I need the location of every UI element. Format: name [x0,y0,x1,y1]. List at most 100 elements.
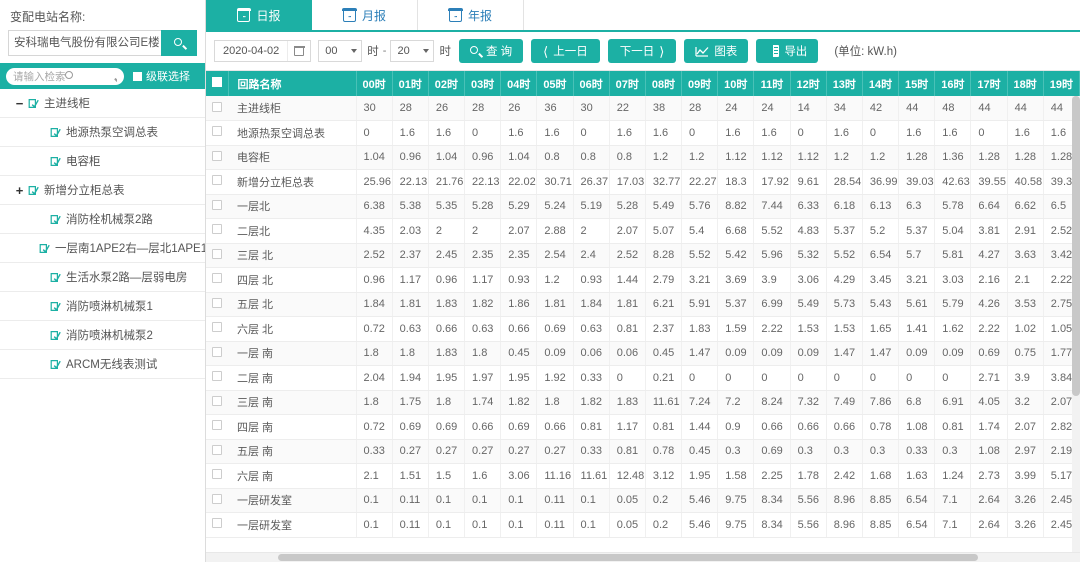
row-checkbox[interactable] [206,415,228,440]
tree-item[interactable]: ARCM无线表测试 [0,350,205,379]
expand-icon[interactable]: + [14,184,25,197]
date-picker[interactable]: 2020-04-02 [214,40,311,62]
tree-search-input[interactable]: 请输入检索内容 [6,68,124,85]
row-checkbox[interactable] [206,96,228,121]
cell-circuit-name: 一层研发室 [228,513,356,538]
cell-value: 1.6 [1007,121,1043,146]
calendar-icon[interactable] [287,41,310,61]
cell-value: 1.95 [682,464,718,489]
table-row[interactable]: 一层研发室0.10.110.10.10.10.110.10.050.25.469… [206,513,1080,538]
row-checkbox[interactable] [206,145,228,170]
table-row[interactable]: 一层研发室0.10.110.10.10.10.110.10.050.25.469… [206,488,1080,513]
table-row[interactable]: 五层 北1.841.811.831.821.861.811.841.816.21… [206,292,1080,317]
table-row[interactable]: 四层 南0.720.690.690.660.690.660.811.170.81… [206,415,1080,440]
cell-value: 3.9 [1007,366,1043,391]
table-row[interactable]: 三层 北2.522.372.452.352.352.542.42.528.285… [206,243,1080,268]
cell-circuit-name: 一层北 [228,194,356,219]
tree-item[interactable]: 消防喷淋机械泵2 [0,321,205,350]
prev-day-label: 上一日 [553,43,588,59]
cell-value: 1.08 [971,439,1007,464]
cell-value: 6.54 [899,513,935,538]
cell-value: 5.24 [537,194,573,219]
cell-value: 1.95 [501,366,537,391]
row-checkbox[interactable] [206,488,228,513]
query-button[interactable]: 查 询 [459,39,523,63]
table-row[interactable]: 三层 南1.81.751.81.741.821.81.821.8311.617.… [206,390,1080,415]
row-checkbox[interactable] [206,194,228,219]
chevron-down-icon [423,49,429,53]
row-checkbox[interactable] [206,317,228,342]
station-input[interactable]: 安科瑞电气股份有限公司E楼 [8,30,161,56]
row-checkbox[interactable] [206,439,228,464]
tree-item[interactable]: 地源热泵空调总表 [0,118,205,147]
checkbox-icon [212,494,222,504]
tree-item[interactable]: +新增分立柜总表 [0,176,205,205]
vertical-scrollbar[interactable] [1072,96,1080,554]
row-checkbox[interactable] [206,121,228,146]
column-header-hour: 03时 [465,71,501,96]
cell-value: 0.45 [645,341,681,366]
collapse-icon[interactable]: − [14,97,25,110]
next-day-button[interactable]: 下一日 ⟩ [608,39,677,63]
table-row[interactable]: 地源热泵空调总表01.61.601.61.601.61.601.61.601.6… [206,121,1080,146]
tree-item[interactable]: 消防栓机械泵2路 [0,205,205,234]
tree-item[interactable]: 一层南1APE2右—层北1APE1左 [0,234,205,263]
row-checkbox[interactable] [206,292,228,317]
table-row[interactable]: 六层 北0.720.630.660.630.660.690.630.812.37… [206,317,1080,342]
cell-value: 1.6 [428,121,464,146]
tree-item[interactable]: −主进线柜 [0,89,205,118]
cell-value: 1.2 [537,268,573,293]
row-checkbox[interactable] [206,243,228,268]
date-value: 2020-04-02 [215,41,287,61]
table-row[interactable]: 六层 南2.11.511.51.63.0611.1611.6112.483.12… [206,464,1080,489]
table-row[interactable]: 一层北6.385.385.355.285.295.245.195.285.495… [206,194,1080,219]
cell-value: 6.62 [1007,194,1043,219]
cell-value: 1.12 [718,145,754,170]
row-checkbox[interactable] [206,268,228,293]
row-checkbox[interactable] [206,219,228,244]
export-button[interactable]: 导出 [756,39,818,63]
row-checkbox[interactable] [206,366,228,391]
table-row[interactable]: 电容柜1.040.961.040.961.040.80.80.81.21.21.… [206,145,1080,170]
tree-item[interactable]: 生活水泵2路—层弱电房 [0,263,205,292]
table-row[interactable]: 主进线柜302826282636302238282424143442444844… [206,96,1080,121]
cell-value: 0.63 [465,317,501,342]
row-checkbox[interactable] [206,513,228,538]
horizontal-scrollbar-thumb[interactable] [278,554,978,561]
table-row[interactable]: 新增分立柜总表25.9622.1321.7622.1322.0230.7126.… [206,170,1080,195]
table-row[interactable]: 五层 南0.330.270.270.270.270.270.330.810.78… [206,439,1080,464]
vertical-scrollbar-thumb[interactable] [1072,96,1080,396]
tab-daily[interactable]: ▪▪日报 [206,0,312,30]
cell-value: 2.07 [1007,415,1043,440]
column-header-hour: 19时 [1043,71,1079,96]
prev-day-button[interactable]: ⟨ 上一日 [531,39,600,63]
cell-value: 1.51 [392,464,428,489]
tab-monthly[interactable]: ▪▪月报 [312,0,418,30]
row-checkbox[interactable] [206,390,228,415]
table-row[interactable]: 四层 北0.961.170.961.170.931.20.931.442.793… [206,268,1080,293]
cell-value: 0.3 [790,439,826,464]
table-row[interactable]: 二层 南2.041.941.951.971.951.920.3300.21000… [206,366,1080,391]
table-row[interactable]: 二层北4.352.03222.072.8822.075.075.46.685.5… [206,219,1080,244]
cell-value: 0.63 [573,317,609,342]
hour-to-select[interactable]: 20 [390,40,434,62]
tree-item[interactable]: 消防喷淋机械泵1 [0,292,205,321]
cascade-select-checkbox[interactable]: 级联选择 [133,68,190,84]
station-search-button[interactable] [161,30,197,56]
chart-button[interactable]: 图表 [684,39,748,63]
tree-item[interactable]: 电容柜 [0,147,205,176]
cell-value: 2.1 [1007,268,1043,293]
cell-value: 1.28 [899,145,935,170]
cell-value: 1.53 [826,317,862,342]
row-checkbox[interactable] [206,170,228,195]
hour-from-select[interactable]: 00 [318,40,362,62]
tab-yearly[interactable]: ▪▪年报 [418,0,524,30]
table-row[interactable]: 一层 南1.81.81.831.80.450.090.060.060.451.4… [206,341,1080,366]
row-checkbox[interactable] [206,341,228,366]
tree-item-label: 消防喷淋机械泵1 [66,298,153,314]
select-all-checkbox[interactable] [206,71,228,96]
row-checkbox[interactable] [206,464,228,489]
cell-value: 0.45 [682,439,718,464]
horizontal-scrollbar[interactable] [206,552,1080,562]
table-scroll-area[interactable]: 回路名称00时01时02时03时04时05时06时07时08时09时10时11时… [206,71,1080,562]
